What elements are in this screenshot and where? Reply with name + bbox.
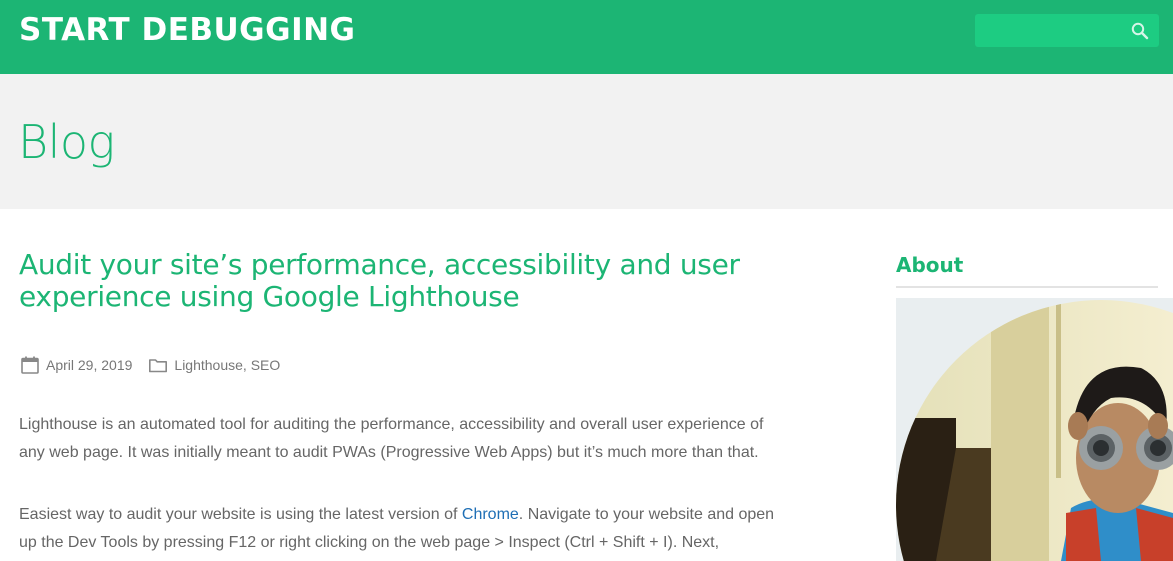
post-categories-link[interactable]: Lighthouse, SEO — [174, 357, 280, 373]
post-title-link[interactable]: Audit your site’s performance, accessibi… — [19, 249, 779, 313]
sidebar-divider — [896, 286, 1158, 288]
site-title-link[interactable]: START DEBUGGING — [19, 10, 356, 50]
folder-icon — [148, 355, 168, 375]
search-input[interactable] — [975, 14, 1125, 47]
profile-photo — [896, 298, 1173, 561]
post-meta: April 29, 2019 Lighthouse, SEO — [20, 354, 280, 376]
page-header: Blog — [0, 74, 1173, 209]
chrome-link[interactable]: Chrome — [462, 506, 519, 523]
search-box — [975, 14, 1159, 47]
site-header: START DEBUGGING — [0, 0, 1173, 74]
post-date: April 29, 2019 — [46, 357, 133, 373]
page-title: Blog — [18, 115, 115, 169]
post-paragraph: Easiest way to audit your website is usi… — [19, 506, 775, 551]
search-icon[interactable] — [1130, 21, 1150, 41]
post-paragraph: Lighthouse is an automated tool for audi… — [19, 416, 764, 461]
sidebar-heading: About — [896, 253, 964, 277]
calendar-icon — [20, 355, 40, 375]
